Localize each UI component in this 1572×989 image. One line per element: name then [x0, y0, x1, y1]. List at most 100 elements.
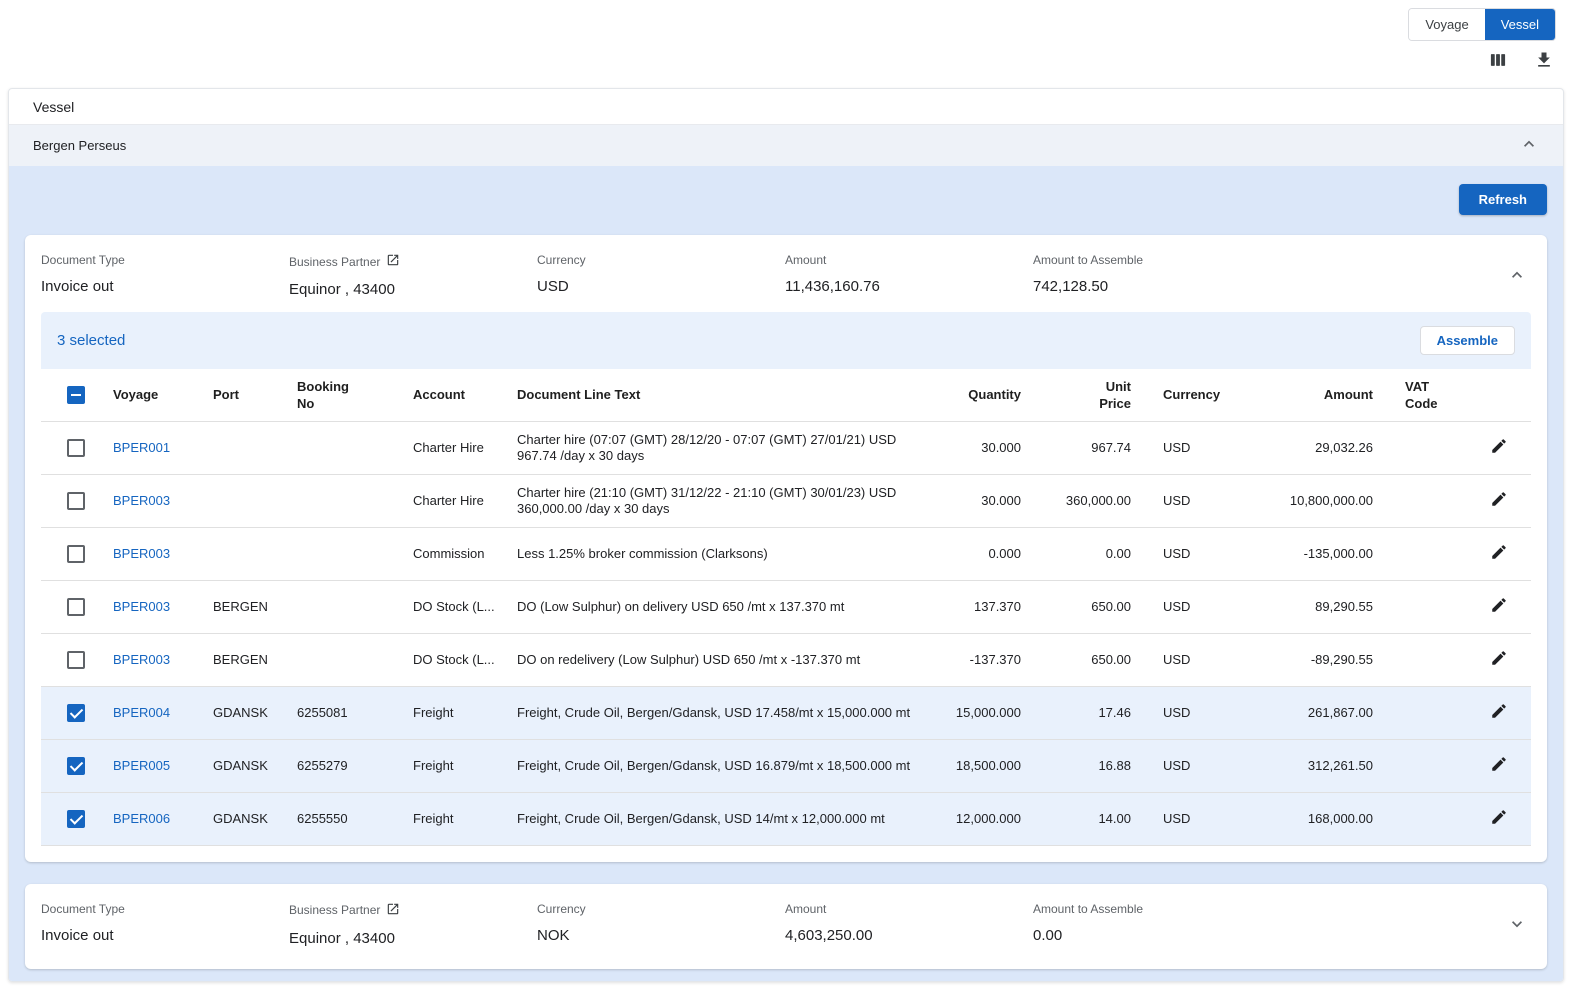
group-header-label: Bergen Perseus	[33, 138, 126, 153]
document-card-nok: Document Type Invoice out Business Partn…	[25, 884, 1547, 969]
column-header-booking-no: Booking No	[289, 369, 405, 421]
currency-cell: USD	[1139, 792, 1231, 845]
booking-no-cell	[289, 421, 405, 474]
row-checkbox[interactable]	[67, 704, 85, 722]
column-header-vat-code: VAT Code	[1381, 369, 1467, 421]
business-partner-value: Equinor , 43400	[289, 930, 525, 947]
table-row: BPER006 GDANSK 6255550 Freight Freight, …	[41, 792, 1531, 845]
open-in-new-icon[interactable]	[386, 902, 400, 919]
toggle-vessel[interactable]: Vessel	[1485, 9, 1555, 40]
document-summary: Document Type Invoice out Business Partn…	[41, 251, 1531, 312]
row-checkbox[interactable]	[67, 757, 85, 775]
edit-icon[interactable]	[1490, 437, 1508, 455]
booking-no-cell: 6255550	[289, 792, 405, 845]
expand-chevron-down-icon[interactable]	[1507, 914, 1527, 934]
row-checkbox[interactable]	[67, 545, 85, 563]
business-partner-label: Business Partner	[289, 255, 380, 269]
edit-icon[interactable]	[1490, 649, 1508, 667]
page-title: Vessel	[9, 89, 1563, 124]
amount-cell: 168,000.00	[1231, 792, 1381, 845]
top-toolbar: Voyage Vessel	[0, 0, 1572, 88]
quantity-cell: 18,500.000	[919, 739, 1029, 792]
voyage-link[interactable]: BPER005	[113, 758, 170, 773]
toggle-voyage[interactable]: Voyage	[1409, 9, 1484, 40]
quantity-cell: 0.000	[919, 527, 1029, 580]
row-checkbox[interactable]	[67, 651, 85, 669]
selection-count: 3 selected	[57, 332, 125, 349]
edit-icon[interactable]	[1490, 543, 1508, 561]
amount-to-assemble-value: 742,128.50	[1033, 278, 1269, 295]
account-cell: Commission	[405, 527, 509, 580]
line-text-cell: Freight, Crude Oil, Bergen/Gdansk, USD 1…	[509, 792, 919, 845]
group-header-bergen-perseus[interactable]: Bergen Perseus	[9, 124, 1563, 166]
line-text-cell: Freight, Crude Oil, Bergen/Gdansk, USD 1…	[509, 686, 919, 739]
column-header-unit-price: Unit Price	[1029, 369, 1139, 421]
quantity-cell: 30.000	[919, 421, 1029, 474]
table-row: BPER001 Charter Hire Charter hire (07:07…	[41, 421, 1531, 474]
currency-cell: USD	[1139, 633, 1231, 686]
field-amount: Amount 11,436,160.76	[785, 253, 1033, 298]
currency-cell: USD	[1139, 686, 1231, 739]
row-checkbox[interactable]	[67, 492, 85, 510]
download-icon[interactable]	[1534, 50, 1554, 70]
vat-code-cell	[1381, 580, 1467, 633]
port-cell	[205, 474, 289, 527]
voyage-link[interactable]: BPER004	[113, 705, 170, 720]
edit-icon[interactable]	[1490, 808, 1508, 826]
quantity-cell: 137.370	[919, 580, 1029, 633]
edit-icon[interactable]	[1490, 755, 1508, 773]
voyage-link[interactable]: BPER003	[113, 652, 170, 667]
selection-toolbar: 3 selected Assemble	[41, 312, 1531, 369]
vat-code-cell	[1381, 633, 1467, 686]
column-header-line-text: Document Line Text	[509, 369, 919, 421]
column-header-port: Port	[205, 369, 289, 421]
port-cell	[205, 421, 289, 474]
column-header-currency: Currency	[1139, 369, 1231, 421]
row-checkbox[interactable]	[67, 598, 85, 616]
booking-no-cell	[289, 633, 405, 686]
edit-icon[interactable]	[1490, 596, 1508, 614]
account-cell: DO Stock (L...	[405, 580, 509, 633]
edit-icon[interactable]	[1490, 490, 1508, 508]
field-document-type: Document Type Invoice out	[41, 902, 289, 947]
unit-price-cell: 967.74	[1029, 421, 1139, 474]
table-actions	[1488, 50, 1554, 70]
quantity-cell: 15,000.000	[919, 686, 1029, 739]
booking-no-cell: 6255081	[289, 686, 405, 739]
booking-no-cell	[289, 580, 405, 633]
port-cell	[205, 527, 289, 580]
vat-code-cell	[1381, 792, 1467, 845]
voyage-link[interactable]: BPER003	[113, 493, 170, 508]
row-checkbox[interactable]	[67, 810, 85, 828]
row-checkbox[interactable]	[67, 439, 85, 457]
amount-cell: 29,032.26	[1231, 421, 1381, 474]
collapse-chevron-up-icon[interactable]	[1507, 265, 1527, 285]
line-text-cell: Charter hire (07:07 (GMT) 28/12/20 - 07:…	[509, 421, 919, 474]
voyage-link[interactable]: BPER006	[113, 811, 170, 826]
voyage-link[interactable]: BPER001	[113, 440, 170, 455]
currency-cell: USD	[1139, 421, 1231, 474]
amount-label: Amount	[785, 902, 1021, 916]
table-row: BPER003 Charter Hire Charter hire (21:10…	[41, 474, 1531, 527]
voyage-link[interactable]: BPER003	[113, 546, 170, 561]
view-toggle: Voyage Vessel	[1408, 8, 1556, 41]
booking-no-cell	[289, 474, 405, 527]
table-row: BPER003 BERGEN DO Stock (L... DO (Low Su…	[41, 580, 1531, 633]
assemble-button[interactable]: Assemble	[1420, 326, 1515, 355]
open-in-new-icon[interactable]	[386, 253, 400, 270]
select-all-checkbox[interactable]	[67, 386, 85, 404]
edit-icon[interactable]	[1490, 702, 1508, 720]
columns-icon[interactable]	[1488, 50, 1508, 70]
invoice-lines-table: Voyage Port Booking No Account Document …	[41, 369, 1531, 846]
refresh-button[interactable]: Refresh	[1459, 184, 1547, 215]
column-header-edit	[1467, 369, 1531, 421]
account-cell: Charter Hire	[405, 474, 509, 527]
document-summary: Document Type Invoice out Business Partn…	[41, 900, 1531, 953]
table-row: BPER005 GDANSK 6255279 Freight Freight, …	[41, 739, 1531, 792]
line-text-cell: DO on redelivery (Low Sulphur) USD 650 /…	[509, 633, 919, 686]
unit-price-cell: 16.88	[1029, 739, 1139, 792]
field-amount: Amount 4,603,250.00	[785, 902, 1033, 947]
chevron-up-icon[interactable]	[1519, 134, 1539, 157]
voyage-link[interactable]: BPER003	[113, 599, 170, 614]
port-cell: GDANSK	[205, 686, 289, 739]
